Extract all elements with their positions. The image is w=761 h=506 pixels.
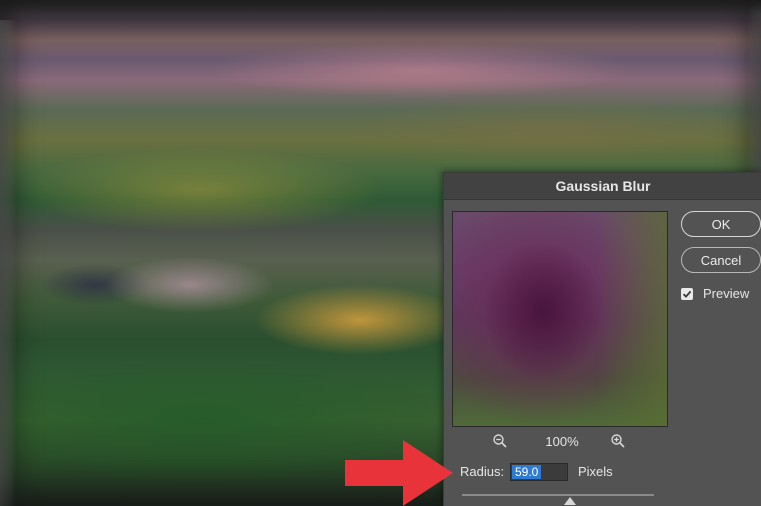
radius-input[interactable]: 59.0 xyxy=(510,463,568,481)
right-arrow-icon xyxy=(345,440,453,506)
canvas-left-edge xyxy=(0,20,16,506)
photoshop-workspace: Gaussian Blur 100% Radius: 59.0 Pixels O… xyxy=(0,0,761,506)
radius-label: Radius: xyxy=(460,464,505,479)
radius-control: Radius: 59.0 Pixels xyxy=(460,461,740,483)
zoom-level: 100% xyxy=(545,434,579,449)
preview-label: Preview xyxy=(703,286,750,301)
ok-button[interactable]: OK xyxy=(681,211,761,237)
radius-slider-track[interactable] xyxy=(462,494,654,496)
preview-zoom-controls: 100% xyxy=(452,431,666,453)
radius-slider-thumb[interactable] xyxy=(564,497,576,505)
dialog-title: Gaussian Blur xyxy=(444,173,761,200)
radius-value-selected: 59.0 xyxy=(512,465,542,479)
zoom-in-icon[interactable] xyxy=(610,433,626,449)
cancel-button[interactable]: Cancel xyxy=(681,247,761,273)
zoom-out-icon[interactable] xyxy=(492,433,508,449)
radius-unit-label: Pixels xyxy=(578,464,613,479)
preview-checkbox[interactable] xyxy=(681,288,693,300)
gaussian-blur-dialog: Gaussian Blur 100% Radius: 59.0 Pixels O… xyxy=(443,172,761,506)
top-bar xyxy=(0,0,761,14)
blur-preview-window[interactable] xyxy=(452,211,668,427)
checkmark-icon xyxy=(682,290,692,298)
preview-checkbox-row[interactable]: Preview xyxy=(681,285,761,303)
